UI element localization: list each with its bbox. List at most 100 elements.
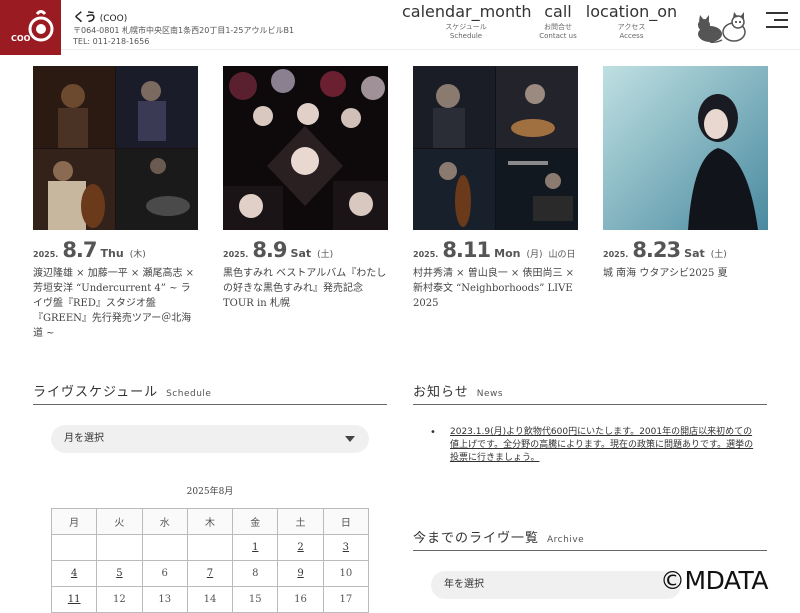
calendar-day-cell[interactable]: 3 [322, 534, 370, 561]
month-select[interactable]: 月を選択 [51, 425, 369, 453]
menu-bar [766, 26, 788, 28]
event-year: 2025. [33, 250, 59, 259]
event-weekday: Sat [290, 247, 312, 260]
logo-text: COO [11, 34, 31, 43]
menu-bar [774, 19, 788, 21]
calendar-week-row: 4 5 6 7 8 9 10 [50, 560, 370, 587]
month-select-label: 月を選択 [64, 433, 104, 444]
weekday-cell: 火 [96, 508, 143, 535]
news-divider [413, 404, 767, 405]
event-photo-kokushoku-sumire[interactable] [223, 66, 388, 230]
news-item: 2023.1.9(月)より飲物代600円にいたします。2001年の開店以来初めて… [430, 426, 760, 465]
event-photo-undercurrent[interactable] [33, 66, 198, 230]
calendar-day-cell: 10 [322, 560, 370, 587]
calendar-day-cell[interactable]: 4 [50, 560, 98, 587]
tel-line[interactable]: TEL: 011-218-1656 [73, 36, 294, 47]
cats-illustration-icon [698, 12, 746, 43]
news-heading: お知らせ News [413, 381, 503, 400]
news-heading-en: News [476, 389, 504, 399]
weekday-cell: 木 [186, 508, 234, 535]
hamburger-menu-icon[interactable] [766, 12, 788, 32]
nav-schedule-jp: スケジュール [445, 23, 487, 31]
shop-name-en: (COO) [99, 14, 128, 24]
event-title[interactable]: 城 南海 ウタアシビ2025 夏 [603, 266, 768, 281]
nav-schedule-en: Schedule [449, 32, 483, 40]
calendar-day-number: 10 [339, 568, 353, 579]
archive-heading-en: Archive [547, 535, 585, 545]
year-select-label: 年を選択 [444, 579, 484, 590]
shop-name-jp: くう [73, 10, 97, 24]
calendar-day-link[interactable]: 3 [343, 542, 349, 553]
event-year: 2025. [223, 250, 249, 259]
calendar-weekday-row: 月 火 水 木 金 土 日 [50, 508, 370, 535]
calendar-day-link[interactable]: 4 [71, 568, 77, 579]
event-weekday: Sat [684, 247, 705, 260]
event-title[interactable]: 黒色すみれ ベストアルバム『わたしの好きな黒色すみれ』発売記念TOUR in 札… [223, 266, 388, 311]
event-date: 2025. 8.23 Sat (土) [603, 238, 768, 262]
weekday-cell: 月 [50, 508, 98, 535]
coo-logo-icon [28, 10, 54, 42]
event-card[interactable]: 2025. 8.11 Mon (月) 山の日 村井秀清 × 曽山良一 × 俵田尚… [413, 66, 578, 311]
call-icon: call [544, 2, 572, 21]
calendar-day-link[interactable]: 2 [297, 542, 303, 553]
site-header: COO くう (COO) 〒064-0801 札幌市中央区南1条西20丁目1-25… [0, 0, 800, 55]
nav-access-jp: アクセス [617, 23, 646, 31]
calendar-day-cell[interactable]: 9 [277, 560, 324, 587]
event-card[interactable]: 2025. 8.9 Sat (土) 黒色すみれ ベストアルバム『わたしの好きな黒… [223, 66, 388, 311]
calendar-day-cell [96, 534, 143, 561]
event-weekday: Thu [100, 247, 124, 260]
calendar-day-cell[interactable]: 5 [96, 560, 143, 587]
event-weekday-jp: (土) [710, 250, 727, 260]
event-month-day: 8.23 [632, 238, 681, 262]
calendar-body: 1 2 3 4 5 6 7 8 9 10 11 12 13 14 15 16 17 [50, 534, 370, 613]
event-title[interactable]: 村井秀清 × 曽山良一 × 俵田尚三 × 新村泰文 “Neighborhoods… [413, 266, 578, 311]
caret-down-icon [345, 436, 355, 442]
news-heading-jp: お知らせ [413, 385, 469, 400]
shop-address: 〒064-0801 札幌市中央区南1条西20丁目1-25アウルビルB1 TEL:… [73, 25, 294, 47]
nav-contact-jp: お問合せ [544, 23, 572, 31]
schedule-heading-jp: ライヴスケジュール [33, 385, 159, 400]
event-month-day: 8.11 [442, 238, 491, 262]
calendar-day-cell[interactable]: 2 [277, 534, 324, 561]
calendar-day-link[interactable]: 9 [297, 568, 303, 579]
calendar-day-cell: 6 [141, 560, 188, 587]
event-date: 2025. 8.11 Mon (月) 山の日 [413, 238, 578, 262]
event-month-day: 8.7 [62, 238, 97, 262]
location-on-icon: location_on [585, 2, 678, 21]
schedule-heading-en: Schedule [166, 389, 212, 399]
address-line: 〒064-0801 札幌市中央区南1条西20丁目1-25アウルビルB1 [73, 26, 295, 35]
shop-name[interactable]: くう (COO) [73, 8, 127, 25]
archive-divider [413, 550, 767, 551]
event-card[interactable]: 2025. 8.7 Thu (木) 渡辺隆雄 × 加藤一平 × 瀬尾高志 × 芳… [33, 66, 198, 341]
calendar-day-cell [141, 534, 188, 561]
weekday-cell: 水 [141, 508, 188, 535]
calendar-month-icon: calendar_month [402, 2, 532, 21]
schedule-heading: ライヴスケジュール Schedule [33, 381, 211, 400]
event-holiday: 山の日 [548, 250, 576, 260]
calendar-day-link[interactable]: 1 [252, 542, 258, 553]
event-year: 2025. [413, 250, 439, 259]
event-title[interactable]: 渡辺隆雄 × 加藤一平 × 瀬尾高志 × 芳垣安洋 “Undercurrent … [33, 266, 198, 341]
calendar-day-link[interactable]: 5 [116, 568, 122, 579]
nav-contact[interactable]: call お問合せ Contact us [537, 3, 579, 41]
calendar-day-cell[interactable]: 7 [186, 560, 234, 587]
news-link[interactable]: 2023.1.9(月)より飲物代600円にいたします。2001年の開店以来初めて… [450, 427, 753, 463]
event-weekday-jp: (木) [129, 250, 146, 260]
menu-bar [766, 12, 788, 14]
event-card[interactable]: 2025. 8.23 Sat (土) 城 南海 ウタアシビ2025 夏 [603, 66, 768, 281]
year-select[interactable]: 年を選択 [431, 571, 681, 599]
site-logo[interactable]: COO [0, 0, 61, 55]
event-date: 2025. 8.9 Sat (土) [223, 238, 388, 262]
nav-schedule[interactable]: calendar_month スケジュール Schedule [402, 2, 532, 41]
calendar-day-link[interactable]: 7 [207, 568, 213, 579]
event-photo-utaashibi[interactable] [603, 66, 768, 230]
event-weekday: Mon [494, 247, 521, 260]
event-photo-neighborhoods[interactable] [413, 66, 578, 230]
weekday-cell: 金 [232, 508, 279, 535]
weekday-cell: 土 [277, 508, 324, 535]
archive-heading-jp: 今までのライヴ一覧 [413, 531, 540, 546]
schedule-divider [33, 404, 387, 405]
event-year: 2025. [603, 250, 629, 259]
calendar-day-cell[interactable]: 1 [232, 534, 279, 561]
nav-access[interactable]: location_on アクセス Access [584, 3, 679, 41]
